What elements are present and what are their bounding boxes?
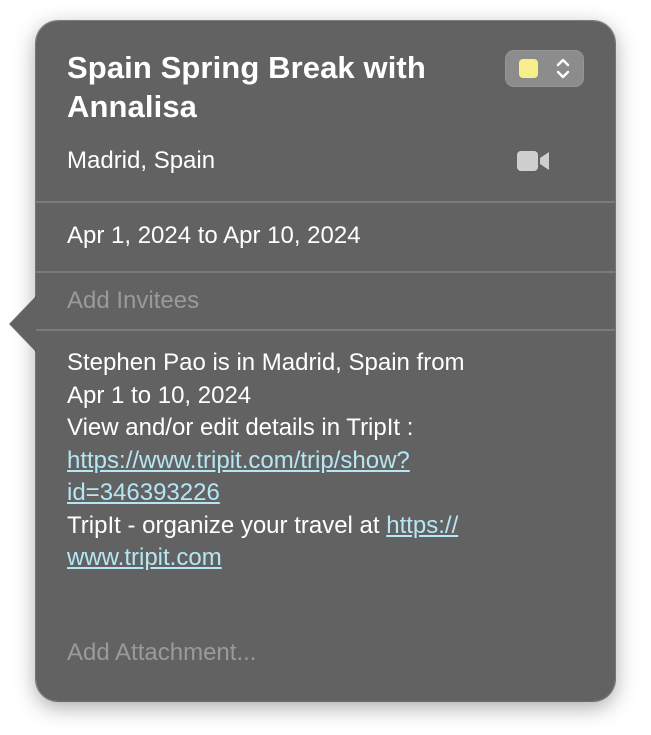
- tripit-home-link[interactable]: https://: [386, 512, 458, 539]
- divider: [36, 201, 615, 203]
- tripit-home-link-continued[interactable]: www.tripit.com: [67, 544, 222, 571]
- notes-line: TripIt - organize your travel at: [67, 511, 387, 539]
- event-date-range[interactable]: Apr 1, 2024 to Apr 10, 2024: [67, 220, 361, 252]
- event-location[interactable]: Madrid, Spain: [67, 145, 215, 177]
- popover-arrow: [10, 296, 37, 352]
- tripit-trip-link[interactable]: https://www.tripit.com/trip/show?: [67, 447, 410, 474]
- tripit-trip-link-continued[interactable]: id=346393226: [67, 479, 220, 506]
- add-attachment-button[interactable]: Add Attachment...: [67, 637, 256, 669]
- divider: [36, 271, 615, 273]
- event-title[interactable]: Spain Spring Break with Annalisa: [67, 48, 467, 126]
- notes-line: Stephen Pao is in Madrid, Spain from: [67, 349, 465, 376]
- calendar-color-picker[interactable]: [505, 50, 584, 87]
- up-down-chevron-icon: [556, 58, 570, 79]
- video-camera-icon[interactable]: [517, 150, 550, 172]
- calendar-color-swatch: [519, 59, 538, 78]
- divider: [36, 329, 615, 331]
- notes-line: View and/or edit details in TripIt :: [67, 414, 414, 441]
- add-invitees-field[interactable]: Add Invitees: [67, 285, 199, 317]
- event-detail-popover: Spain Spring Break with Annalisa Madrid,…: [36, 21, 615, 701]
- notes-line: Apr 1 to 10, 2024: [67, 381, 252, 409]
- event-notes[interactable]: Stephen Pao is in Madrid, Spain from Apr…: [67, 347, 537, 575]
